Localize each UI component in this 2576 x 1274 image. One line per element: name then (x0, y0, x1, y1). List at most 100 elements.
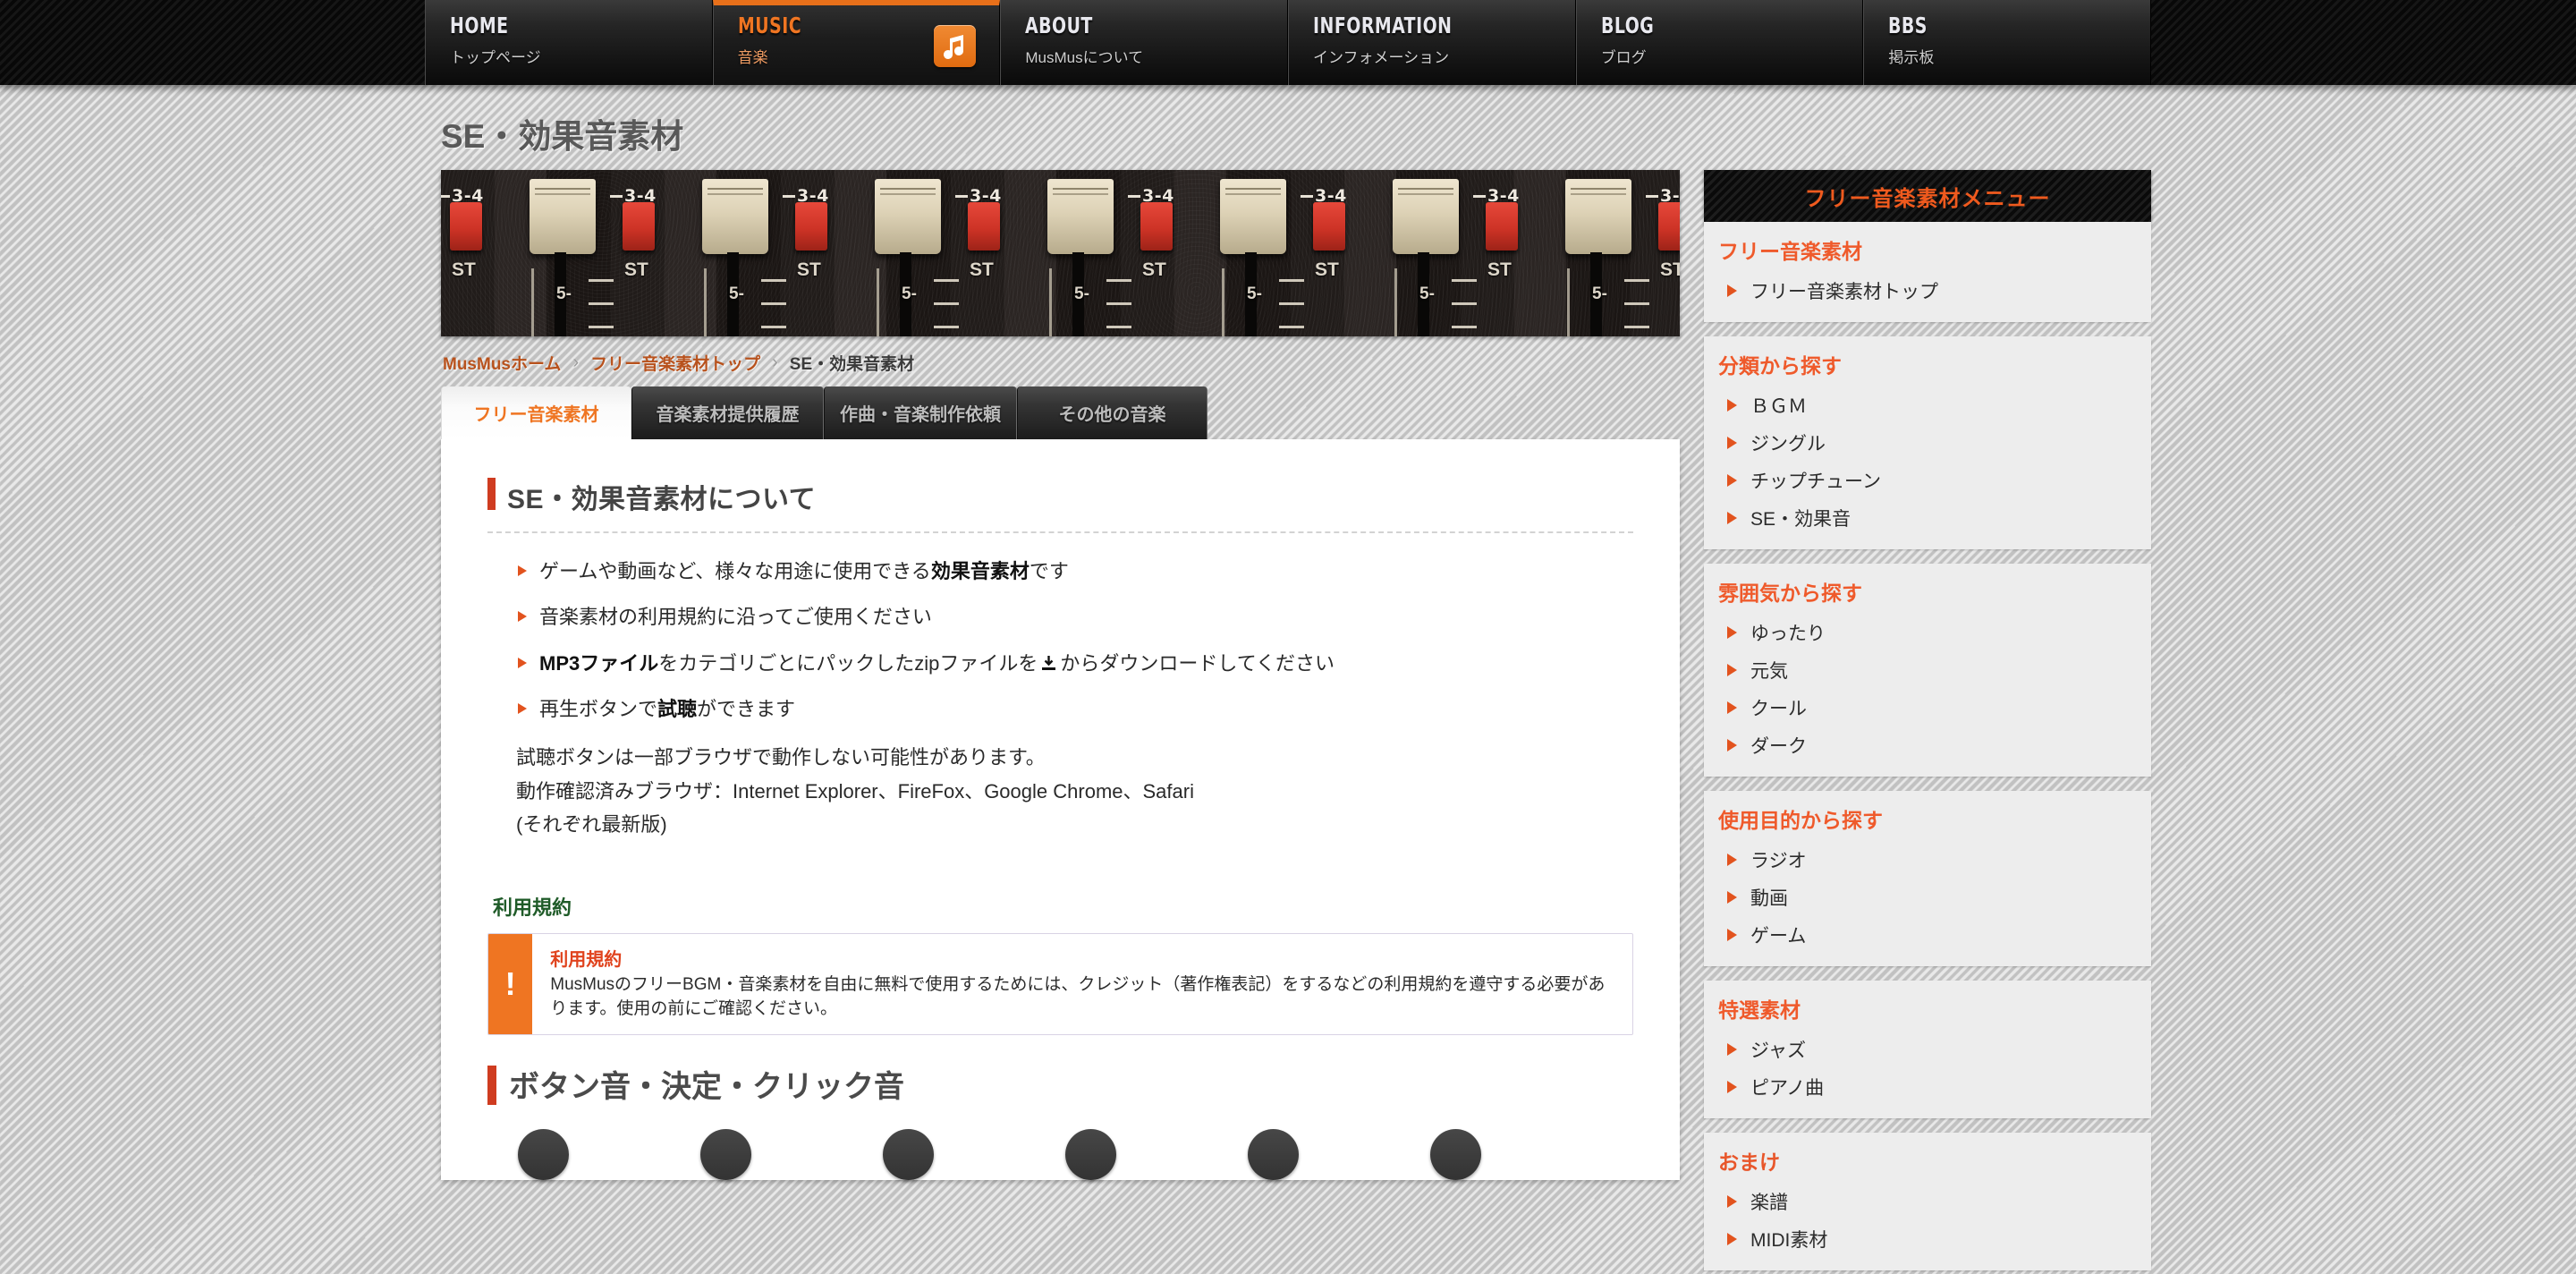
play-button[interactable] (1430, 1129, 1481, 1181)
bullet-text: をカテゴリごとにパックしたzipファイルを (658, 651, 1038, 675)
nav-item-label-en: BLOG (1600, 13, 1654, 38)
nav-item-home[interactable]: HOME トップページ (425, 0, 713, 85)
breadcrumb: MusMusホーム › フリー音楽素材トップ › SE・効果音素材 (441, 336, 1680, 386)
play-button[interactable] (1248, 1129, 1299, 1181)
sidebar-block-list: ラジオ 動画 ゲーム (1704, 841, 2151, 954)
nav-item-label-jp: インフォメーション (1313, 49, 1450, 66)
sidebar-block-list: フリー音楽素材トップ (1704, 272, 2151, 310)
console-tick (1106, 302, 1131, 305)
breadcrumb-parent-link[interactable]: フリー音楽素材トップ (590, 351, 760, 375)
bullet-text: ゲームや動画など、様々な用途に使用できる (539, 560, 931, 582)
sidebar-item[interactable]: ジャズ (1704, 1031, 2151, 1068)
console-scale-dash (1646, 195, 1658, 198)
sidebar-item[interactable]: クール (1704, 689, 2151, 726)
sidebar-item[interactable]: チップチューン (1704, 462, 2151, 499)
nav-item-label-jp: トップページ (450, 49, 541, 66)
nav-item-about[interactable]: ABOUT MusMusについて (1000, 0, 1289, 85)
feature-bullet-item: MP3ファイルをカテゴリごとにパックしたzipファイルを からダウンロードしてくだ… (518, 649, 1633, 694)
sidebar-item[interactable]: 楽譜 (1704, 1183, 2151, 1220)
nav-item-label-en: MUSIC (737, 13, 801, 38)
console-tick (934, 302, 959, 305)
breadcrumb-separator-icon: › (572, 352, 580, 372)
console-scale-dash (610, 195, 623, 198)
nav-item-label-en: INFORMATION (1313, 13, 1453, 38)
bullet-text: からダウンロードしてください (1060, 651, 1335, 675)
sidebar-item[interactable]: MIDI素材 (1704, 1220, 2151, 1258)
console-tick (1279, 326, 1304, 328)
nav-item-blog[interactable]: BLOG ブログ (1575, 0, 1864, 85)
sidebar-block: 雰囲気から探すゆったり 元気 クール ダーク (1704, 564, 2151, 777)
sidebar-item[interactable]: ピアノ曲 (1704, 1068, 2151, 1106)
nav-item-information[interactable]: INFORMATION インフォメーション (1288, 0, 1576, 85)
console-tick (1279, 302, 1304, 305)
console-channel-strip: 3-4ST5- (1387, 170, 1560, 336)
nav-item-music[interactable]: MUSIC 音楽 (712, 0, 1001, 85)
sidebar-item[interactable]: ジングル (1704, 424, 2151, 462)
music-note-icon (934, 25, 977, 67)
browser-note-block: 試聴ボタンは一部ブラウザで動作しない可能性があります。 動作確認済みブラウザ：In… (487, 741, 1633, 842)
sidebar-item[interactable]: ＢＧＭ (1704, 386, 2151, 424)
tab-label: フリー音楽素材 (473, 405, 599, 425)
console-red-button (795, 202, 827, 251)
sidebar-block: 分類から探す ＢＧＭ ジングル チップチューン SE・効果音 (1704, 336, 2151, 549)
sidebar-item[interactable]: 動画 (1704, 879, 2151, 916)
play-button[interactable] (700, 1129, 751, 1181)
exclamation-icon: ! (488, 934, 533, 1035)
content-panel: SE・効果音素材について ゲームや動画など、様々な用途に使用できる効果音素材です… (441, 439, 1680, 1181)
tab-1[interactable]: フリー音楽素材 (441, 386, 631, 439)
sidebar-item[interactable]: SE・効果音 (1704, 499, 2151, 537)
play-button[interactable] (1065, 1129, 1116, 1181)
console-vertical-line (1394, 268, 1397, 336)
sidebar-block-title: 雰囲気から探す (1718, 582, 1862, 605)
sidebar-item[interactable]: ラジオ (1704, 841, 2151, 879)
tab-3[interactable]: 作曲・音楽制作依頼 (824, 386, 1017, 439)
sidebar-block-title: 分類から探す (1718, 354, 1842, 378)
console-channel-strip: 3-4ST5- (1042, 170, 1215, 336)
play-button[interactable] (518, 1129, 569, 1181)
terms-notice-body: MusMusのフリーBGM・音楽素材を自由に無料で使用するためには、クレジット（… (550, 975, 1606, 1019)
tab-4[interactable]: その他の音楽 (1017, 386, 1208, 439)
bullet-strong: 効果音素材 (930, 560, 1030, 582)
nav-item-bbs[interactable]: BBS 掲示板 (1863, 0, 2152, 85)
console-tick (934, 279, 959, 282)
console-fader-knob (1393, 179, 1459, 254)
sidebar-item[interactable]: 元気 (1704, 651, 2151, 689)
console-vertical-line (1049, 268, 1052, 336)
sidebar-item[interactable]: ダーク (1704, 726, 2151, 764)
main-column: 3-4ST5-3-4ST5-3-4ST5-3-4ST5-3-4ST5-3-4ST… (441, 170, 1680, 1274)
console-fader-knob (1220, 179, 1286, 254)
sidebar-item[interactable]: ゆったり (1704, 614, 2151, 651)
console-tick (1452, 326, 1477, 328)
console-channel-strip: 3-4ST5- (697, 170, 869, 336)
nav-item-label-jp: MusMusについて (1025, 49, 1144, 66)
sidebar-header: フリー音楽素材メニュー (1704, 170, 2151, 222)
console-red-button (450, 202, 482, 251)
console-label-st: ST (1660, 259, 1680, 280)
nav-item-label-jp: ブログ (1600, 49, 1647, 66)
browser-note-paragraph: (それぞれ最新版) (516, 813, 667, 837)
console-tick (934, 326, 959, 328)
global-navigation-bar: HOME トップページ MUSIC 音楽 ABOUT MusMusについて INFORMAT… (0, 0, 2576, 85)
sidebar-block-title: おまけ (1718, 1151, 1780, 1174)
console-label-st: ST (452, 259, 476, 280)
console-label-st: ST (1487, 259, 1512, 280)
sidebar-block-title: フリー音楽素材 (1718, 240, 1862, 263)
sidebar-item[interactable]: ゲーム (1704, 916, 2151, 954)
console-fader-knob (1047, 179, 1114, 254)
sidebar-block-title: 特選素材 (1718, 998, 1801, 1022)
sidebar-item[interactable]: フリー音楽素材トップ (1704, 272, 2151, 310)
tab-2[interactable]: 音楽素材提供履歴 (631, 386, 824, 439)
console-tick (1106, 326, 1131, 328)
sidebar-blocks: フリー音楽素材フリー音楽素材トップ分類から探す ＢＧＭ ジングル チップチューン SE・… (1704, 222, 2151, 1274)
sidebar-block: フリー音楽素材フリー音楽素材トップ (1704, 222, 2151, 322)
console-tick (589, 326, 614, 328)
console-tick (589, 279, 614, 282)
sidebar-block: おまけ楽譜 MIDI素材 (1704, 1133, 2151, 1270)
breadcrumb-home-link[interactable]: MusMusホーム (443, 351, 561, 375)
console-label-st: ST (624, 259, 648, 280)
console-tick (1452, 279, 1477, 282)
terms-notice-title: 利用規約 (550, 950, 623, 971)
play-button[interactable] (883, 1129, 934, 1181)
nav-item-label-en: ABOUT (1025, 13, 1094, 38)
console-red-button (1486, 202, 1518, 251)
